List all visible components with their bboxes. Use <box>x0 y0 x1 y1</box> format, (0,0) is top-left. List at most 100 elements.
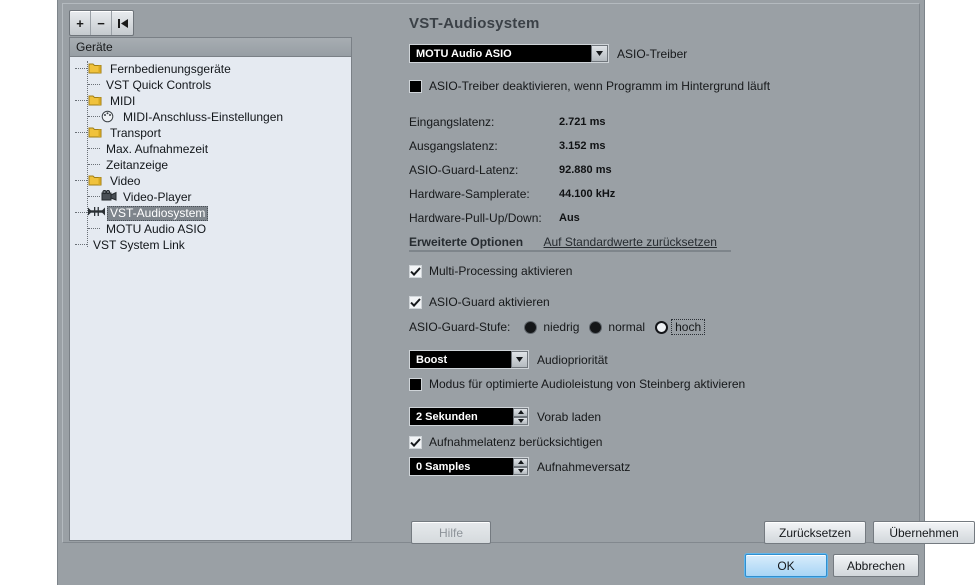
tree-connector-line <box>88 116 100 118</box>
tree-item-label: VST Quick Controls <box>106 77 212 92</box>
apply-button[interactable]: Übernehmen <box>873 521 975 544</box>
help-button[interactable]: Hilfe <box>411 521 491 544</box>
release-driver-row[interactable]: ASIO-Treiber deaktivieren, wenn Programm… <box>409 79 770 93</box>
tree-item-midi-anschluss-einstellungen[interactable]: MIDI-Anschluss-Einstellungen <box>70 109 351 125</box>
steinberg-mode-checkbox[interactable] <box>409 377 422 391</box>
device-tree[interactable]: Fernbedienungsgeräte VST Quick Controls MI… <box>70 57 351 540</box>
tree-item-max-aufnahmezeit[interactable]: Max. Aufnahmezeit <box>70 141 351 157</box>
latency-row: Ausgangslatenz: 3.152 ms <box>409 137 739 161</box>
tree-connector-line <box>75 100 87 102</box>
latency-label: Ausgangslatenz: <box>409 139 498 153</box>
asio-guard-radio-label[interactable]: normal <box>608 320 645 334</box>
asio-guard-radio-label[interactable]: niedrig <box>543 320 579 334</box>
chevron-down-icon[interactable] <box>511 351 528 368</box>
asio-driver-select[interactable]: MOTU Audio ASIO <box>409 44 609 63</box>
record-shift-spinner-buttons[interactable] <box>513 458 528 475</box>
tree-item-motu-audio-asio[interactable]: MOTU Audio ASIO <box>70 221 351 237</box>
asio-guard-radio-normal[interactable] <box>589 320 603 334</box>
asio-guard-level-row: ASIO-Guard-Stufe: niedrig normal hoch <box>409 319 714 335</box>
add-device-button[interactable]: + <box>70 11 91 35</box>
advanced-divider <box>409 250 731 252</box>
midi-port-icon <box>101 110 118 124</box>
asio-guard-row[interactable]: ASIO-Guard aktivieren <box>409 295 550 309</box>
preload-label: Vorab laden <box>537 409 602 424</box>
spinner-up-icon[interactable] <box>513 458 528 467</box>
release-driver-checkbox[interactable] <box>409 79 422 93</box>
folder-icon <box>88 94 105 108</box>
tree-item-zeitanzeige[interactable]: Zeitanzeige <box>70 157 351 173</box>
audio-priority-label: Audiopriorität <box>537 352 608 367</box>
preload-stepper[interactable]: 2 Sekunden <box>409 407 529 426</box>
asio-guard-radio-label[interactable]: hoch <box>671 319 706 335</box>
tree-item-video[interactable]: Video <box>70 173 351 189</box>
tree-item-midi[interactable]: MIDI <box>70 93 351 109</box>
advanced-options-title: Erweiterte Optionen <box>409 235 524 249</box>
dialog-body: + − Geräte Fernbedienungsgeräte VST Quic… <box>62 3 975 544</box>
tree-item-vst-quick-controls[interactable]: VST Quick Controls <box>70 77 351 93</box>
remove-device-button[interactable]: − <box>91 11 112 35</box>
multi-processing-row[interactable]: Multi-Processing aktivieren <box>409 264 572 278</box>
record-shift-value: 0 Samples <box>416 460 471 473</box>
tree-item-label: Fernbedienungsgeräte <box>110 61 231 76</box>
multi-processing-label: Multi-Processing aktivieren <box>429 264 573 278</box>
tree-item-label: MOTU Audio ASIO <box>106 221 207 236</box>
folder-icon <box>88 126 105 140</box>
asio-guard-level-label: ASIO-Guard-Stufe: <box>409 320 511 334</box>
asio-guard-label: ASIO-Guard aktivieren <box>429 295 550 309</box>
tree-connector-line <box>88 148 100 150</box>
spinner-down-icon[interactable] <box>513 416 528 425</box>
device-tree-panel[interactable]: Geräte Fernbedienungsgeräte VST Quick Con… <box>69 37 352 541</box>
tree-toolbar: + − <box>69 10 134 36</box>
tree-item-label: Transport <box>110 125 161 140</box>
tree-connector-line <box>75 180 87 182</box>
adjust-latency-checkbox[interactable] <box>409 435 422 449</box>
tree-item-vst-system-link[interactable]: VST System Link <box>70 237 351 253</box>
asio-guard-checkbox[interactable] <box>409 295 422 309</box>
tree-item-label: VST System Link <box>93 237 185 252</box>
ok-button[interactable]: OK <box>745 554 827 577</box>
folder-icon <box>88 62 105 76</box>
audio-priority-value: Boost <box>416 353 448 366</box>
latency-label: Hardware-Samplerate: <box>409 187 530 201</box>
tree-item-transport[interactable]: Transport <box>70 125 351 141</box>
adjust-latency-row[interactable]: Aufnahmelatenz berücksichtigen <box>409 435 602 449</box>
multi-processing-checkbox[interactable] <box>409 264 422 278</box>
latency-value: 44.100 kHz <box>559 188 616 200</box>
spinner-up-icon[interactable] <box>513 408 528 417</box>
latency-row: Hardware-Pull-Up/Down: Aus <box>409 209 739 233</box>
asio-guard-radio-niedrig[interactable] <box>524 320 538 334</box>
reset-to-defaults-link[interactable]: Auf Standardwerte zurücksetzen <box>543 235 716 249</box>
adjust-latency-label: Aufnahmelatenz berücksichtigen <box>429 435 603 449</box>
latency-value: 92.880 ms <box>559 164 612 176</box>
settings-pane: VST-Audiosystem MOTU Audio ASIO ASIO-Tre… <box>355 9 975 544</box>
steinberg-mode-row[interactable]: Modus für optimierte Audioleistung von S… <box>409 377 745 391</box>
asio-guard-level-radiogroup[interactable]: niedrig normal hoch <box>524 319 714 335</box>
asio-driver-value: MOTU Audio ASIO <box>416 47 512 60</box>
audio-priority-select[interactable]: Boost <box>409 350 529 369</box>
release-driver-label: ASIO-Treiber deaktivieren, wenn Programm… <box>429 79 771 93</box>
tree-connector-line <box>88 84 100 86</box>
cancel-button[interactable]: Abbrechen <box>833 554 919 577</box>
preload-spinner-buttons[interactable] <box>513 408 528 425</box>
tree-connector-line <box>88 196 100 198</box>
tree-connector-line <box>75 244 87 246</box>
audio-system-icon <box>88 206 105 220</box>
reset-button[interactable]: Zurücksetzen <box>764 521 866 544</box>
video-camera-icon <box>101 190 118 204</box>
tree-connector-line <box>75 212 87 214</box>
tree-item-video-player[interactable]: Video-Player <box>70 189 351 205</box>
record-shift-stepper[interactable]: 0 Samples <box>409 457 529 476</box>
latency-value: 3.152 ms <box>559 140 606 152</box>
reset-device-button[interactable] <box>112 11 133 35</box>
tree-connector-line <box>88 164 100 166</box>
tree-connector-line <box>75 132 87 134</box>
device-setup-dialog: + − Geräte Fernbedienungsgeräte VST Quic… <box>57 0 975 585</box>
chevron-down-icon[interactable] <box>591 45 608 62</box>
record-shift-label: Aufnahmeversatz <box>537 459 631 474</box>
asio-guard-radio-hoch[interactable] <box>655 320 669 334</box>
advanced-options-header: Erweiterte Optionen Auf Standardwerte zu… <box>409 233 749 252</box>
tree-item-fernbedienungsger-te[interactable]: Fernbedienungsgeräte <box>70 61 351 77</box>
tree-item-label: Video <box>110 173 141 188</box>
tree-item-vst-audiosystem[interactable]: VST-Audiosystem <box>70 205 351 221</box>
spinner-down-icon[interactable] <box>513 466 528 475</box>
